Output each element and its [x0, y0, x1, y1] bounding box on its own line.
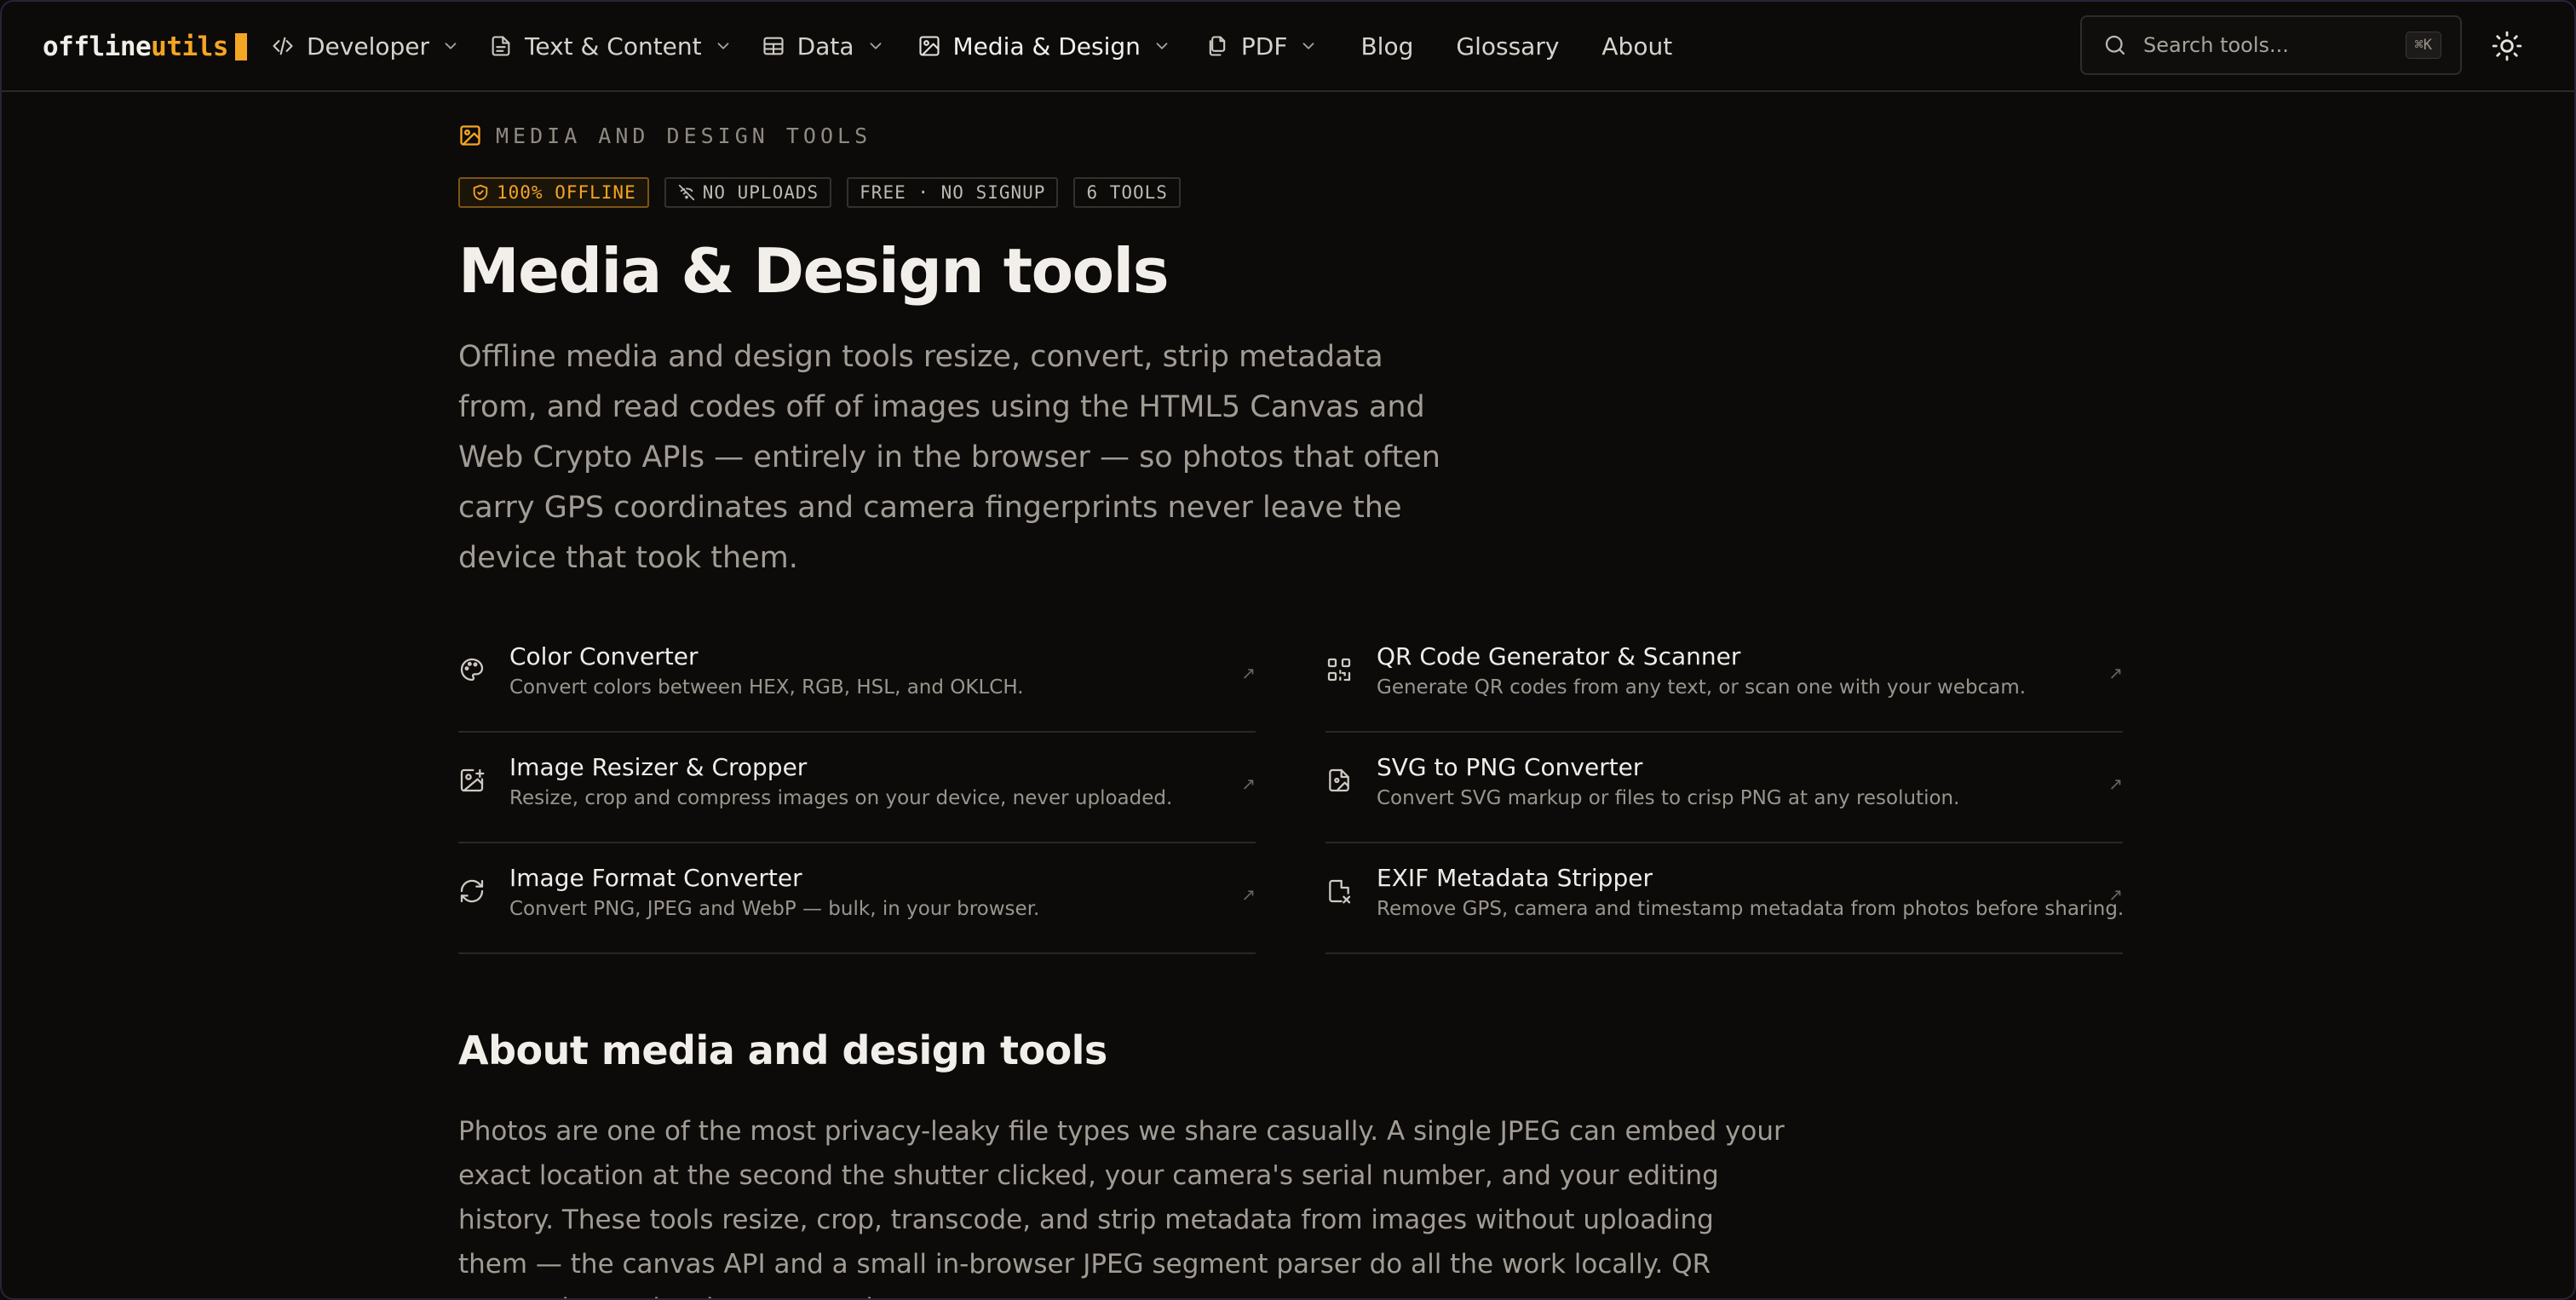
arrow-up-right-icon: ↗	[1241, 774, 1256, 794]
logo-text-utils: utils	[151, 32, 228, 62]
qr-code-icon	[1325, 656, 1353, 683]
tool-name: SVG to PNG Converter	[1377, 753, 1643, 781]
nav-pdf-label: PDF	[1240, 32, 1288, 60]
arrow-up-right-icon: ↗	[1241, 884, 1256, 905]
nav-about[interactable]: About	[1601, 24, 1672, 68]
nav-glossary-label: Glossary	[1456, 32, 1560, 60]
nav-text-content-label: Text & Content	[525, 32, 702, 60]
tool-description: Remove GPS, camera and timestamp metadat…	[1377, 898, 2125, 920]
search-placeholder: Search tools...	[2143, 33, 2289, 57]
nav-pdf[interactable]: PDF	[1205, 24, 1319, 68]
chevron-down-icon	[441, 37, 460, 55]
logo-text-offline: offline	[43, 32, 152, 62]
main-nav: Developer Text & Content Data Media & De…	[271, 24, 1672, 68]
page-lead: Offline media and design tools resize, c…	[458, 340, 1440, 575]
tool-card-color-converter[interactable]: Color Converter Convert colors between H…	[458, 622, 1256, 733]
file-image-icon	[1325, 767, 1353, 794]
image-icon	[458, 124, 482, 147]
arrow-up-right-icon: ↗	[1241, 663, 1256, 683]
badge-offline: 100% OFFLINE	[458, 177, 649, 208]
wifi-off-icon	[677, 183, 696, 202]
tool-description: Resize, crop and compress images on your…	[509, 787, 1173, 809]
tool-name: Image Resizer & Cropper	[509, 753, 808, 781]
tool-description: Convert colors between HEX, RGB, HSL, an…	[509, 676, 1024, 699]
table-icon	[762, 34, 785, 58]
refresh-icon	[458, 877, 486, 905]
nav-blog[interactable]: Blog	[1360, 24, 1413, 68]
logo-cursor	[234, 33, 247, 60]
tool-name: EXIF Metadata Stripper	[1377, 864, 1653, 892]
tool-description: Generate QR codes from any text, or scan…	[1377, 676, 2027, 699]
about-heading: About media and design tools	[458, 1027, 1107, 1073]
search-icon	[2102, 32, 2128, 58]
arrow-up-right-icon: ↗	[2108, 663, 2123, 683]
tool-card-exif-stripper[interactable]: EXIF Metadata Stripper Remove GPS, camer…	[1325, 843, 2125, 954]
chevron-down-icon	[714, 37, 733, 55]
badge-tool-count-label: 6 TOOLS	[1086, 182, 1168, 203]
file-x-icon	[1325, 877, 1353, 905]
eyebrow-label: MEDIA AND DESIGN TOOLS	[496, 123, 872, 148]
arrow-up-right-icon: ↗	[2108, 774, 2123, 794]
tool-name: Image Format Converter	[509, 864, 802, 892]
shield-check-icon	[471, 183, 490, 202]
tool-card-svg-to-png[interactable]: SVG to PNG Converter Convert SVG markup …	[1325, 733, 2123, 843]
image-icon	[917, 34, 941, 58]
tool-description: Convert PNG, JPEG and WebP — bulk, in yo…	[509, 898, 1040, 920]
chevron-down-icon	[866, 37, 885, 55]
chevron-down-icon	[1299, 37, 1318, 55]
badge-tool-count: 6 TOOLS	[1073, 177, 1181, 208]
badge-free: FREE · NO SIGNUP	[847, 177, 1059, 208]
badge-free-label: FREE · NO SIGNUP	[860, 182, 1046, 203]
search-input[interactable]: Search tools... ⌘K	[2080, 15, 2462, 75]
nav-media-design-label: Media & Design	[952, 32, 1141, 60]
image-plus-icon	[458, 767, 486, 794]
nav-developer-label: Developer	[307, 32, 430, 60]
chevron-down-icon	[1153, 37, 1171, 55]
section-eyebrow: MEDIA AND DESIGN TOOLS	[458, 123, 871, 148]
browser-frame: offline utils Developer Text & Content D…	[0, 0, 2576, 1300]
tool-card-image-resizer[interactable]: Image Resizer & Cropper Resize, crop and…	[458, 733, 1256, 843]
site-logo[interactable]: offline utils	[43, 29, 247, 65]
tool-name: QR Code Generator & Scanner	[1377, 642, 1741, 670]
files-icon	[1205, 34, 1229, 58]
nav-blog-label: Blog	[1360, 32, 1414, 60]
nav-about-label: About	[1601, 32, 1673, 60]
badge-offline-label: 100% OFFLINE	[497, 182, 636, 203]
tool-description: Convert SVG markup or files to crisp PNG…	[1377, 787, 1960, 809]
tools-grid: Color Converter Convert colors between H…	[458, 622, 2125, 954]
about-body: Photos are one of the most privacy-leaky…	[458, 1116, 1785, 1298]
badge-row: 100% OFFLINE NO UPLOADS FREE · NO SIGNUP…	[458, 177, 1196, 208]
nav-glossary[interactable]: Glossary	[1456, 24, 1559, 68]
nav-data-label: Data	[796, 32, 854, 60]
tool-name: Color Converter	[509, 642, 699, 670]
page-title: Media & Design tools	[458, 235, 1170, 307]
nav-media-design[interactable]: Media & Design	[917, 24, 1171, 68]
document-icon	[489, 34, 513, 58]
code-icon	[271, 34, 295, 58]
sun-icon	[2491, 30, 2523, 62]
tool-card-qr-code[interactable]: QR Code Generator & Scanner Generate QR …	[1325, 622, 2123, 733]
nav-developer[interactable]: Developer	[271, 24, 460, 68]
nav-text-content[interactable]: Text & Content	[489, 24, 733, 68]
badge-no-uploads: NO UPLOADS	[664, 177, 832, 208]
nav-data[interactable]: Data	[762, 24, 885, 68]
theme-toggle-button[interactable]	[2491, 30, 2523, 62]
search-shortcut-badge: ⌘K	[2405, 32, 2441, 59]
palette-icon	[458, 656, 486, 683]
badge-no-uploads-label: NO UPLOADS	[702, 182, 819, 203]
site-header: offline utils Developer Text & Content D…	[2, 2, 2574, 92]
tool-card-image-format-converter[interactable]: Image Format Converter Convert PNG, JPEG…	[458, 843, 1256, 954]
arrow-up-right-icon: ↗	[2108, 884, 2123, 905]
